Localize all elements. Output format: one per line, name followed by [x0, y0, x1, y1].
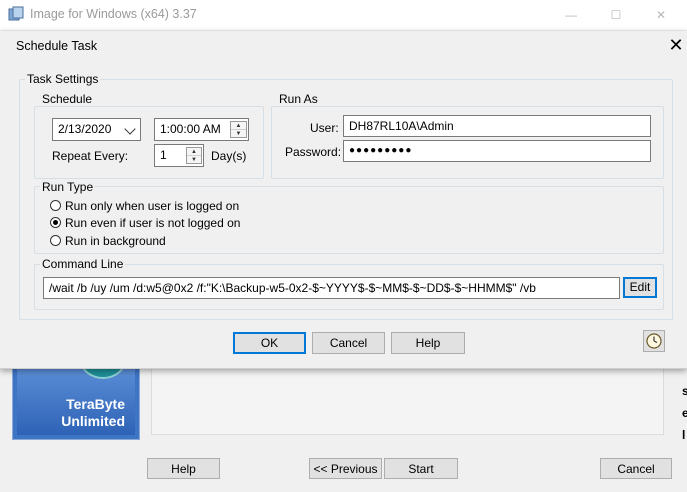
spin-down-icon[interactable]: ▼: [231, 129, 246, 137]
date-picker[interactable]: 2/13/2020: [52, 118, 141, 141]
help-button[interactable]: Help: [391, 332, 465, 354]
start-button[interactable]: Start: [384, 458, 458, 479]
dialog-close-button[interactable]: ✕: [666, 34, 686, 56]
cancel-button[interactable]: Cancel: [312, 332, 385, 354]
task-settings-label: Task Settings: [25, 72, 101, 86]
schedule-clock-button[interactable]: [643, 330, 665, 352]
spin-up-icon[interactable]: ▲: [187, 148, 201, 156]
main-cancel-button[interactable]: Cancel: [600, 458, 672, 479]
radio-button-selected[interactable]: [50, 217, 61, 228]
app-icon: [8, 6, 24, 21]
schedule-label: Schedule: [40, 92, 95, 106]
password-label: Password:: [285, 145, 342, 159]
password-input[interactable]: ●●●●●●●●●: [343, 140, 651, 162]
command-line-input[interactable]: /wait /b /uy /um /d:w5@0x2 /f:"K:\Backup…: [43, 277, 620, 299]
ok-button[interactable]: OK: [233, 332, 306, 354]
schedule-task-dialog: Schedule Task ✕ Task Settings Schedule 2…: [0, 31, 687, 369]
run-type-label: Run Type: [40, 180, 96, 194]
main-window-title: Image for Windows (x64) 3.37: [30, 7, 197, 21]
main-close-button[interactable]: ✕: [638, 4, 684, 26]
clock-icon: [646, 333, 662, 349]
main-window-titlebar: Image for Windows (x64) 3.37 — ☐ ✕: [0, 0, 687, 30]
run-as-label: Run As: [277, 92, 320, 106]
time-input[interactable]: 1:00:00 AM ▲ ▼: [154, 118, 249, 141]
repeat-unit-label: Day(s): [211, 149, 247, 163]
previous-button[interactable]: << Previous: [309, 458, 382, 479]
repeat-spinner[interactable]: ▲ ▼: [186, 147, 202, 164]
main-content-panel: [151, 366, 664, 435]
terabyte-logo: TeraByte Unlimited: [12, 366, 140, 440]
radio-button[interactable]: [50, 200, 61, 211]
maximize-button[interactable]: ☐: [593, 4, 639, 26]
chevron-down-icon[interactable]: [124, 123, 136, 135]
spin-down-icon[interactable]: ▼: [187, 155, 201, 163]
user-input[interactable]: DH87RL10A\Admin: [343, 115, 651, 137]
command-line-label: Command Line: [40, 257, 126, 271]
spin-up-icon[interactable]: ▲: [231, 122, 246, 130]
time-spinner[interactable]: ▲ ▼: [230, 121, 247, 138]
clipped-text-edge: s e l: [682, 384, 687, 442]
schedule-group: [34, 106, 264, 179]
repeat-every-label: Repeat Every:: [52, 149, 129, 163]
edit-command-button[interactable]: Edit: [623, 277, 657, 298]
minimize-button[interactable]: —: [548, 4, 594, 26]
logo-text: TeraByte Unlimited: [61, 396, 125, 429]
main-help-button[interactable]: Help: [147, 458, 220, 479]
repeat-count-input[interactable]: 1 ▲ ▼: [154, 144, 204, 167]
dialog-title: Schedule Task: [16, 39, 98, 53]
radio-button[interactable]: [50, 235, 61, 246]
user-label: User:: [310, 121, 339, 135]
